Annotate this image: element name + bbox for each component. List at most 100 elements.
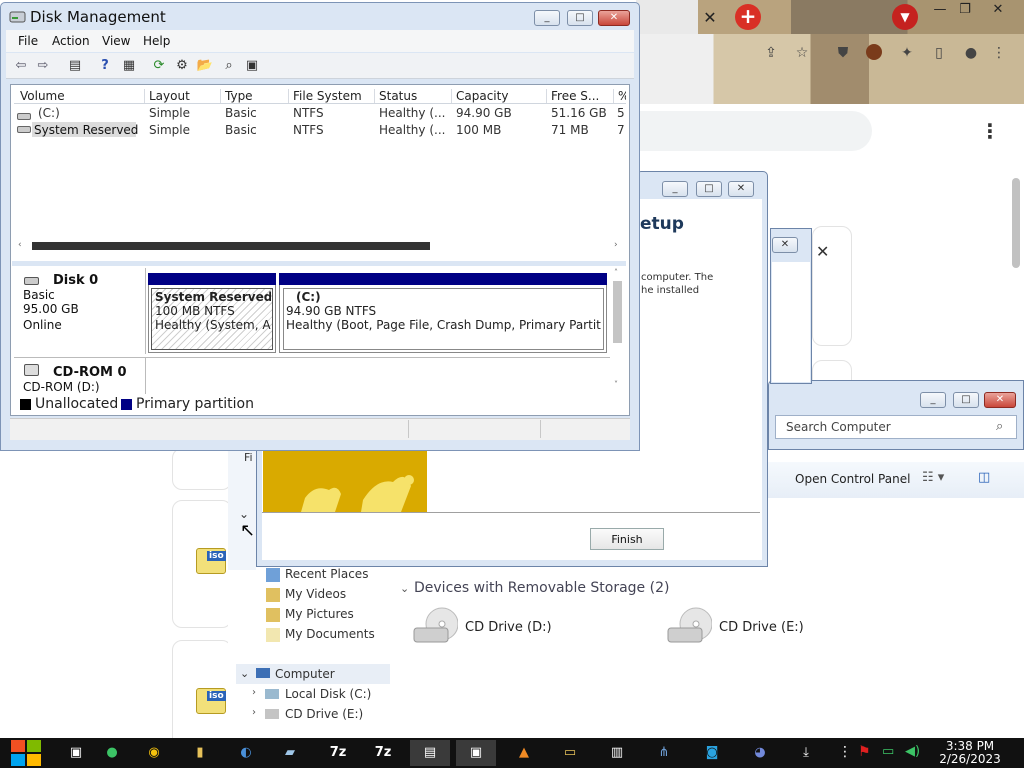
- column-volume[interactable]: Volume: [16, 89, 142, 103]
- collapse-group-icon[interactable]: ⌄: [400, 582, 409, 595]
- view-icon[interactable]: ▣: [243, 57, 261, 75]
- column-type[interactable]: Type: [220, 89, 284, 103]
- card-close-icon[interactable]: ✕: [816, 242, 829, 261]
- column-status[interactable]: Status: [374, 89, 450, 103]
- chevron-down-icon[interactable]: ⌄: [239, 507, 249, 521]
- close-icon[interactable]: ✕: [598, 10, 630, 26]
- finish-button[interactable]: Finish: [590, 528, 664, 550]
- extension-avatar-icon[interactable]: [866, 44, 882, 60]
- pane-splitter[interactable]: [12, 261, 626, 266]
- menu-file[interactable]: File: [18, 34, 38, 48]
- expand-arrow-icon[interactable]: ›: [252, 687, 256, 698]
- chrome-scroll-thumb[interactable]: [1012, 178, 1020, 268]
- explorer-close-icon[interactable]: ✕: [984, 392, 1016, 408]
- column-layout[interactable]: Layout: [144, 89, 218, 103]
- cd-drive-e-label[interactable]: CD Drive (E:): [719, 620, 804, 635]
- chrome-new-tab-button[interactable]: +: [735, 4, 761, 30]
- chrome-search-box[interactable]: [636, 111, 872, 151]
- tray-flag-icon[interactable]: ⚑: [858, 744, 871, 760]
- search-computer-input[interactable]: Search Computer: [775, 415, 1017, 439]
- taskbar-disk-management-icon[interactable]: ▤: [410, 740, 450, 766]
- explorer-menu-fragment[interactable]: Fi: [244, 451, 253, 464]
- explorer-minimize-icon[interactable]: _: [920, 392, 946, 408]
- chrome-restore-icon[interactable]: ❐: [950, 0, 980, 20]
- show-hide-tree-icon[interactable]: ▤: [66, 57, 84, 75]
- column-file-system[interactable]: File System: [288, 89, 372, 103]
- taskbar-folder-icon[interactable]: ▭: [550, 740, 590, 766]
- menu-action[interactable]: Action: [52, 34, 90, 48]
- tray-network-icon[interactable]: ▭: [882, 744, 894, 759]
- setup-maximize-icon[interactable]: □: [696, 181, 722, 197]
- taskbar-chrome-icon[interactable]: ◉: [134, 740, 174, 766]
- menu-help[interactable]: Help: [143, 34, 170, 48]
- menu-view[interactable]: View: [102, 34, 130, 48]
- column-free-space[interactable]: Free S...: [546, 89, 612, 103]
- expand-chevron-icon[interactable]: ⌄: [240, 667, 249, 680]
- nav-cd-drive-e[interactable]: CD Drive (E:): [285, 707, 363, 721]
- taskbar-folder-icon[interactable]: ▮: [180, 740, 220, 766]
- vertical-scroll-thumb[interactable]: [613, 281, 622, 343]
- chrome-tab-close-icon[interactable]: ✕: [700, 8, 720, 28]
- taskbar-7zip-icon[interactable]: 7z: [363, 740, 403, 766]
- search-icon[interactable]: ⌕: [996, 419, 1003, 434]
- settings-icon[interactable]: ⚙: [173, 57, 191, 75]
- nav-recent-places[interactable]: Recent Places: [285, 567, 368, 581]
- iso-file-icon[interactable]: iso: [196, 548, 226, 574]
- taskbar-7zip-icon[interactable]: 7z: [318, 740, 358, 766]
- nav-my-videos[interactable]: My Videos: [285, 587, 346, 601]
- scroll-up-icon[interactable]: ˄: [614, 268, 618, 277]
- properties-icon[interactable]: ▦: [120, 57, 138, 75]
- taskbar-explorer-icon[interactable]: ▣: [56, 740, 96, 766]
- maximize-icon[interactable]: □: [567, 10, 593, 26]
- taskbar-green-app-icon[interactable]: ●: [92, 740, 132, 766]
- setup-minimize-icon[interactable]: _: [662, 181, 688, 197]
- horizontal-scroll-thumb[interactable]: [32, 242, 430, 250]
- view-options-icon[interactable]: ☷ ▾: [922, 470, 944, 485]
- iso-file-icon[interactable]: iso: [196, 688, 226, 714]
- taskbar-discord-icon[interactable]: ◕: [740, 740, 780, 766]
- side-panel-icon[interactable]: ▯: [928, 42, 950, 64]
- cd-drive-e-icon[interactable]: [666, 606, 712, 646]
- open-control-panel-button[interactable]: Open Control Panel: [795, 472, 910, 486]
- chrome-menu-icon[interactable]: ⋮: [988, 42, 1010, 64]
- taskbar-network-share-icon[interactable]: ⋔: [644, 740, 684, 766]
- tray-volume-icon[interactable]: ◀): [905, 744, 920, 759]
- profile-icon[interactable]: ●: [960, 42, 982, 64]
- taskbar-window-icon[interactable]: ▣: [456, 740, 496, 766]
- minimize-icon[interactable]: _: [534, 10, 560, 26]
- column-capacity[interactable]: Capacity: [451, 89, 545, 103]
- refresh-icon[interactable]: ⟳: [150, 57, 168, 75]
- ublock-extension-icon[interactable]: ⛊: [832, 42, 854, 64]
- extensions-puzzle-icon[interactable]: ✦: [896, 42, 918, 64]
- cd-drive-d-icon[interactable]: [412, 606, 458, 646]
- open-folder-icon[interactable]: 📂: [196, 57, 214, 75]
- preview-pane-icon[interactable]: ◫: [978, 470, 990, 485]
- tray-overflow-icon[interactable]: ⋮: [838, 744, 852, 760]
- nav-my-pictures[interactable]: My Pictures: [285, 607, 354, 621]
- start-button-icon[interactable]: [10, 739, 42, 767]
- taskbar-blue-app-icon[interactable]: ◙: [692, 740, 732, 766]
- devices-group-heading[interactable]: Devices with Removable Storage (2): [414, 580, 669, 596]
- nav-my-documents[interactable]: My Documents: [285, 627, 375, 641]
- taskbar-setup-icon[interactable]: ▥: [597, 740, 637, 766]
- share-icon[interactable]: ⇪: [760, 42, 782, 64]
- expand-arrow-icon[interactable]: ›: [252, 707, 256, 718]
- cd-drive-d-label[interactable]: CD Drive (D:): [465, 620, 552, 635]
- column-percent-free[interactable]: %: [613, 89, 626, 103]
- taskbar-network-icon[interactable]: ◐: [226, 740, 266, 766]
- taskbar-vlc-icon[interactable]: ▲: [504, 740, 544, 766]
- nav-computer[interactable]: Computer: [275, 667, 335, 681]
- secondary-dialog-close-icon[interactable]: ✕: [772, 237, 798, 253]
- chrome-tab-search-icon[interactable]: ▼: [892, 4, 918, 30]
- help-icon[interactable]: ?: [96, 57, 114, 75]
- page-more-icon[interactable]: ⋮: [980, 121, 1000, 142]
- explorer-maximize-icon[interactable]: □: [953, 392, 979, 408]
- taskbar-download-icon[interactable]: ⤓: [786, 740, 826, 766]
- chrome-close-icon[interactable]: ✕: [983, 0, 1013, 20]
- forward-arrow-icon[interactable]: ⇨: [34, 57, 52, 75]
- nav-local-disk[interactable]: Local Disk (C:): [285, 687, 371, 701]
- taskbar-clock[interactable]: 3:38 PM 2/26/2023: [930, 740, 1010, 766]
- setup-close-icon[interactable]: ✕: [728, 181, 754, 197]
- scroll-left-icon[interactable]: ‹: [18, 240, 22, 250]
- zoom-icon[interactable]: ⌕: [220, 57, 238, 75]
